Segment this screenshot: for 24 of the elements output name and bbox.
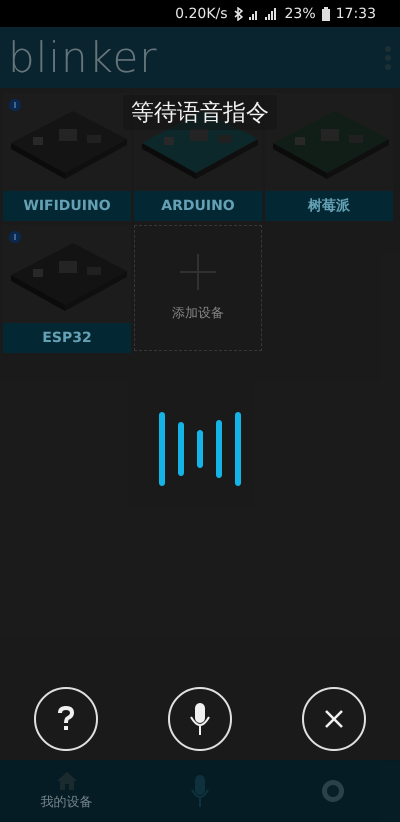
bluetooth-icon <box>234 6 243 20</box>
microphone-button[interactable] <box>168 687 232 751</box>
globe-icon <box>321 779 346 803</box>
help-icon <box>57 706 75 732</box>
microphone-icon <box>189 703 211 735</box>
add-device-card[interactable]: 添加设备 <box>134 225 262 351</box>
clock: 17:33 <box>336 6 376 22</box>
voice-prompt-toast: 等待语音指令 <box>123 95 277 130</box>
close-icon <box>324 709 344 729</box>
help-button[interactable] <box>34 687 98 751</box>
close-button[interactable] <box>302 687 366 751</box>
add-device-label: 添加设备 <box>172 305 224 322</box>
device-label: ARDUINO <box>134 191 262 221</box>
signal-icon <box>248 8 279 20</box>
microphone-icon <box>190 774 210 808</box>
voice-wave-icon <box>159 412 241 486</box>
app-title: blinker <box>8 33 158 82</box>
device-label: 树莓派 <box>265 191 393 221</box>
battery-percent: 23% <box>284 6 316 22</box>
device-label: WIFIDUINO <box>3 191 131 221</box>
device-label: ESP32 <box>3 323 131 353</box>
nav-label[interactable]: 我的设备 <box>40 793 93 811</box>
network-speed: 0.20K/s <box>175 6 228 22</box>
battery-icon <box>322 6 330 20</box>
